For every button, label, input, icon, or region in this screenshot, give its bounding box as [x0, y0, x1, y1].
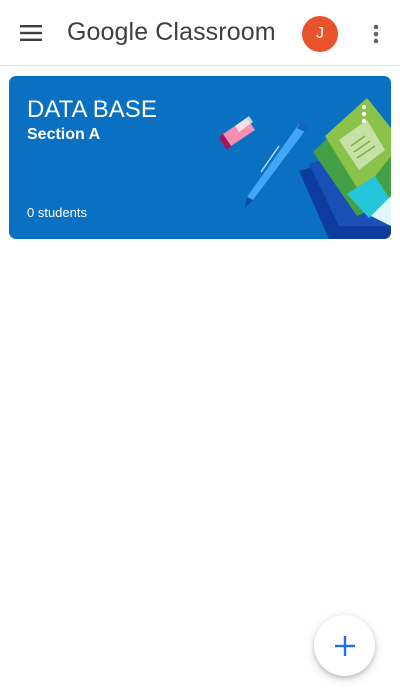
course-title[interactable]: DATA BASE	[27, 96, 157, 124]
app-title: Google Classroom	[67, 18, 276, 46]
main-menu-button[interactable]	[12, 14, 50, 52]
more-vert-icon	[361, 104, 367, 124]
course-card[interactable]: DATA BASE Section A 0 students	[9, 76, 391, 239]
app-bar: Google Classroom J	[0, 0, 400, 66]
add-class-button[interactable]	[314, 615, 375, 676]
student-count: 0 students	[27, 205, 87, 220]
more-options-button[interactable]	[362, 16, 390, 52]
avatar-initial: J	[316, 25, 324, 42]
plus-icon	[334, 635, 355, 656]
account-avatar[interactable]: J	[302, 16, 338, 52]
course-section: Section A	[27, 126, 101, 143]
hamburger-menu-icon	[20, 25, 42, 41]
course-options-button[interactable]	[352, 100, 376, 128]
more-vert-icon	[373, 24, 379, 44]
